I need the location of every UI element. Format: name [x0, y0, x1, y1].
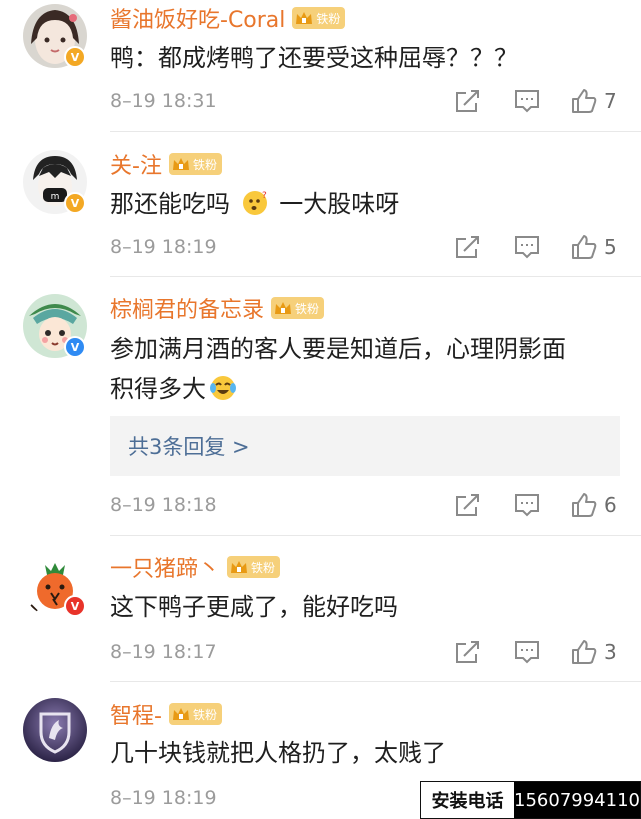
fan-badge: 铁粉: [271, 297, 325, 319]
username[interactable]: 棕榈君的备忘录: [110, 292, 264, 324]
comment-text-line-2: 积得多大: [110, 369, 620, 409]
install-phone-label: 安装电话: [421, 782, 515, 818]
fan-badge: 铁粉: [168, 703, 222, 725]
crown-icon: [172, 708, 189, 720]
timestamp: 8–19 18:17: [110, 641, 217, 663]
fan-badge-label: 铁粉: [251, 560, 276, 575]
username[interactable]: 酱油饭好吃-Coral: [110, 2, 285, 34]
like-icon: [572, 235, 597, 259]
username[interactable]: 智程-: [110, 698, 162, 730]
comment-text-part: 积得多大: [110, 375, 206, 403]
comment-icon: [515, 641, 539, 664]
comment-text: 参加满月酒的客人要是知道后，心理阴影面 积得多大: [110, 329, 620, 409]
username[interactable]: 关-注: [110, 148, 162, 180]
crown-icon: [296, 12, 313, 24]
verified-badge: V: [64, 192, 86, 214]
reply-button[interactable]: [513, 234, 541, 260]
share-icon: [456, 494, 479, 516]
comment-text-part: 一大股味呀: [279, 190, 400, 218]
svg-text:?: ?: [262, 191, 267, 201]
like-count: 6: [604, 493, 617, 517]
comment-text: 这下鸭子更咸了，能好吃吗: [110, 593, 398, 621]
comment-icon: [515, 494, 539, 517]
verified-badge: V: [64, 595, 86, 617]
divider: [110, 535, 641, 536]
fan-badge-label: 铁粉: [316, 11, 341, 26]
username-row: 一只猪蹄丶 铁粉: [110, 551, 281, 583]
fan-badge-label: 铁粉: [192, 157, 217, 172]
username-row: 关-注 铁粉: [110, 149, 222, 179]
share-button[interactable]: [454, 234, 482, 260]
share-icon: [456, 90, 479, 112]
verified-badge: V: [64, 336, 86, 358]
comment-text: 鸭：都成烤鸭了还要受这种屈辱？？？: [110, 44, 518, 72]
username-row: 酱油饭好吃-Coral 铁粉: [110, 2, 346, 34]
like-icon: [572, 89, 597, 113]
timestamp: 8–19 18:31: [110, 90, 217, 112]
comment-text-part: 那还能吃吗: [110, 190, 230, 218]
like-icon: [572, 493, 597, 517]
like-button[interactable]: [570, 492, 598, 518]
thinking-emoji: ?: [242, 191, 267, 215]
fan-badge: 铁粉: [227, 556, 281, 578]
like-count: 3: [604, 640, 617, 664]
comment-text-line: 参加满月酒的客人要是知道后，心理阴影面: [110, 335, 566, 363]
reply-button[interactable]: [513, 88, 541, 114]
install-phone-banner[interactable]: 安装电话 15607994110: [420, 781, 641, 819]
share-button[interactable]: [454, 88, 482, 114]
crown-icon: [172, 158, 189, 170]
divider: [110, 681, 641, 682]
svg-text:m: m: [51, 192, 60, 202]
comment-text: 那还能吃吗 ? 一大股味呀: [110, 184, 620, 224]
fan-badge-label: 铁粉: [295, 301, 320, 316]
crown-icon: [231, 561, 248, 573]
like-button[interactable]: [570, 639, 598, 665]
divider: [110, 131, 641, 132]
share-button[interactable]: [454, 492, 482, 518]
share-icon: [456, 641, 479, 663]
timestamp: 8–19 18:19: [110, 787, 217, 809]
fan-badge-label: 铁粉: [192, 707, 217, 722]
replies-count-link[interactable]: 共3条回复 >: [128, 431, 250, 461]
crown-icon: [275, 302, 292, 314]
comment-meta: 8–19 18:18 6: [110, 490, 620, 520]
comment-text: 几十块钱就把人格扔了，太贱了: [110, 739, 446, 767]
share-icon: [456, 236, 479, 258]
divider: [110, 276, 641, 277]
timestamp: 8–19 18:19: [110, 236, 217, 258]
verified-badge: V: [64, 46, 86, 68]
comment-meta: 8–19 18:17 3: [110, 637, 620, 667]
like-button[interactable]: [570, 88, 598, 114]
laughing-crying-emoji: [210, 376, 236, 400]
avatar[interactable]: [23, 698, 87, 762]
timestamp: 8–19 18:18: [110, 494, 217, 516]
fan-badge: 铁粉: [292, 7, 346, 29]
like-count: 7: [604, 89, 617, 113]
phone-number[interactable]: 15607994110: [514, 782, 640, 818]
replies-expander[interactable]: 共3条回复 >: [110, 416, 620, 476]
comment-meta: 8–19 18:31 7: [110, 86, 620, 116]
like-button[interactable]: [570, 234, 598, 260]
reply-button[interactable]: [513, 639, 541, 665]
comment-icon: [515, 90, 539, 113]
like-count: 5: [604, 235, 617, 259]
reply-button[interactable]: [513, 492, 541, 518]
username-row: 棕榈君的备忘录 铁粉: [110, 292, 325, 324]
comment-meta: 8–19 18:19 5: [110, 232, 620, 262]
like-icon: [572, 640, 597, 664]
username[interactable]: 一只猪蹄丶: [110, 551, 220, 583]
comment-icon: [515, 236, 539, 259]
username-row: 智程- 铁粉: [110, 699, 222, 729]
share-button[interactable]: [454, 639, 482, 665]
fan-badge: 铁粉: [168, 153, 222, 175]
